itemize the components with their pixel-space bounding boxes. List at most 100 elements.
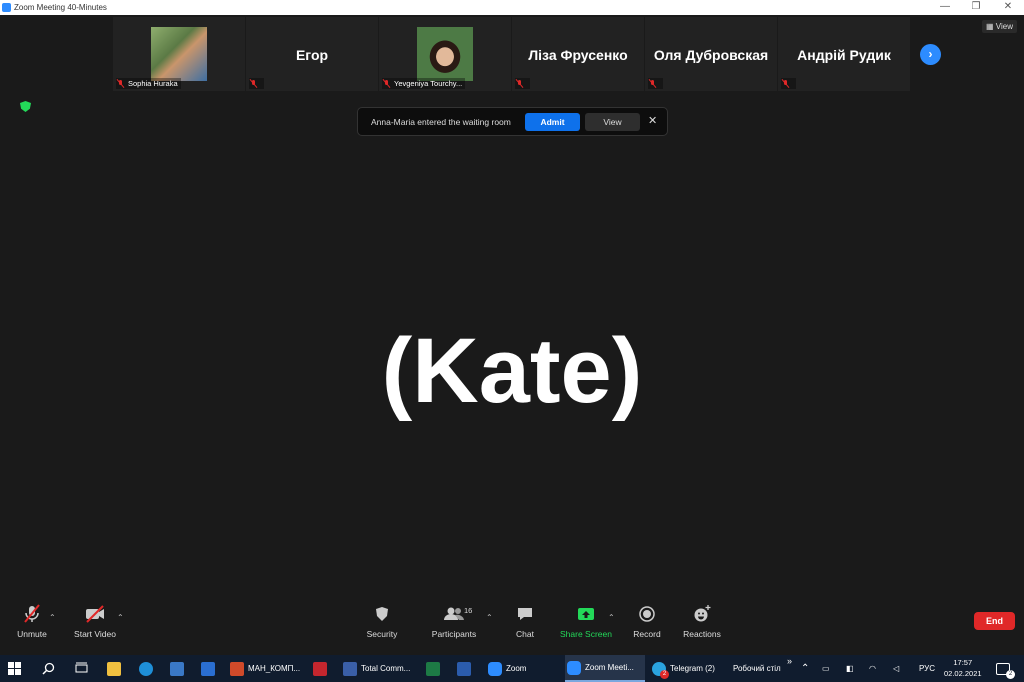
- input-language[interactable]: РУС: [919, 655, 935, 682]
- volume-icon[interactable]: ◁: [893, 655, 899, 682]
- chat-button[interactable]: Chat: [512, 603, 538, 639]
- reactions-smiley-icon: [693, 603, 711, 625]
- mic-muted-icon: [249, 79, 258, 88]
- participant-name: Егор: [295, 47, 329, 63]
- taskbar-app-powerpoint[interactable]: МАН_КОМП...: [228, 655, 304, 682]
- encryption-shield-icon[interactable]: [20, 101, 31, 112]
- zoom-icon: [488, 661, 502, 676]
- participant-tile-liza[interactable]: Ліза Фрусенко: [512, 17, 645, 91]
- chat-icon: [516, 603, 534, 625]
- zoom-icon: [567, 660, 581, 675]
- edge-browser-icon[interactable]: [139, 655, 157, 682]
- admit-button[interactable]: Admit: [525, 113, 580, 131]
- search-icon[interactable]: [42, 655, 55, 682]
- mic-muted-icon: [382, 79, 391, 88]
- tray-overflow-icon[interactable]: ⌃: [801, 655, 809, 682]
- taskbar-app-label: Total Comm...: [361, 664, 411, 673]
- share-screen-label: Share Screen: [560, 629, 612, 639]
- unmute-button[interactable]: Unmute: [14, 603, 50, 639]
- taskbar-app-label: Zoom: [506, 664, 527, 673]
- participant-name: Yevgeniya Tourchy...: [394, 79, 463, 88]
- taskbar-app-label: МАН_КОМП...: [248, 664, 301, 673]
- next-page-icon[interactable]: ›: [920, 44, 941, 65]
- end-meeting-button[interactable]: End: [974, 612, 1015, 630]
- participants-label: Participants: [431, 629, 477, 639]
- share-screen-icon: [577, 603, 595, 625]
- participant-tile-sophia[interactable]: Sophia Huraka: [113, 17, 246, 91]
- taskbar-app-label: Zoom Meeti...: [585, 663, 634, 672]
- excel-icon[interactable]: [426, 655, 444, 682]
- participant-tile-yevgeniya[interactable]: Yevgeniya Tourchy...: [379, 17, 512, 91]
- meeting-stage: Sophia Huraka Егор Yevgeniya Tourchy... …: [0, 15, 1024, 655]
- participant-name: Sophia Huraka: [128, 79, 178, 88]
- participant-photo: [417, 27, 473, 81]
- security-button[interactable]: Security: [364, 603, 400, 639]
- taskbar-app-zoom[interactable]: Zoom: [486, 655, 562, 682]
- minimize-button[interactable]: —: [930, 1, 960, 12]
- reactions-button[interactable]: Reactions: [681, 603, 723, 639]
- participants-icon: [444, 607, 464, 620]
- desktop-toolbar-label[interactable]: Робочий стіл: [733, 655, 781, 682]
- view-waiting-room-button[interactable]: View: [585, 113, 640, 131]
- close-window-button[interactable]: ✕: [993, 1, 1023, 12]
- record-label: Record: [633, 629, 661, 639]
- file-explorer-icon[interactable]: [107, 655, 125, 682]
- share-options-caret-icon[interactable]: ⌃: [608, 613, 615, 622]
- participants-count: 16: [464, 606, 473, 615]
- tray-app-icon[interactable]: ▭: [822, 655, 830, 682]
- total-commander-icon: [343, 661, 357, 676]
- mail-icon[interactable]: [201, 655, 219, 682]
- unmute-label: Unmute: [17, 629, 47, 639]
- telegram-icon: 2: [652, 661, 669, 679]
- restore-button[interactable]: ❐: [961, 1, 991, 12]
- reactions-label: Reactions: [683, 629, 721, 639]
- start-video-label: Start Video: [74, 629, 116, 639]
- toolbar-expand-icon[interactable]: »: [787, 648, 792, 675]
- action-center-icon[interactable]: 2: [996, 655, 1015, 682]
- share-screen-button[interactable]: Share Screen: [558, 603, 614, 639]
- notification-message: Anna-Maria entered the waiting room: [371, 117, 511, 127]
- participant-name: Оля Дубровская: [653, 47, 769, 63]
- downloader-icon[interactable]: [313, 655, 331, 682]
- view-label: View: [995, 22, 1013, 31]
- meeting-toolbar: Unmute ⌃ Start Video ⌃ Security 16 Parti…: [0, 603, 1024, 655]
- record-button[interactable]: Record: [630, 603, 664, 639]
- zoom-logo-icon: [2, 3, 11, 12]
- record-icon: [638, 603, 656, 625]
- clock[interactable]: 17:57 02.02.2021: [944, 657, 982, 679]
- telegram-badge: 2: [660, 669, 669, 679]
- task-view-icon[interactable]: [75, 655, 88, 682]
- mic-muted-icon: [23, 603, 41, 625]
- notification-count: 2: [1006, 669, 1015, 679]
- taskbar-app-zoom-meeting[interactable]: Zoom Meeti...: [565, 655, 645, 682]
- security-label: Security: [366, 629, 398, 639]
- participant-name: Андрій Рудик: [797, 47, 891, 63]
- video-off-icon: [85, 603, 105, 625]
- participants-button[interactable]: 16 Participants: [428, 603, 480, 639]
- participant-tile-egor[interactable]: Егор: [246, 17, 379, 91]
- chat-label: Chat: [516, 629, 534, 639]
- view-layout-button[interactable]: ▦ View: [982, 20, 1017, 33]
- participant-tile-andriy[interactable]: Андрій Рудик: [778, 17, 911, 91]
- participant-tile-olya[interactable]: Оля Дубровская: [645, 17, 778, 91]
- start-video-button[interactable]: Start Video: [72, 603, 118, 639]
- window-title: Zoom Meeting 40-Minutes: [14, 3, 107, 12]
- waiting-room-notification: Anna-Maria entered the waiting room Admi…: [357, 107, 668, 136]
- active-speaker-name: (Kate): [381, 320, 643, 422]
- word-icon[interactable]: [457, 655, 475, 682]
- mic-muted-icon: [116, 79, 125, 88]
- start-windows-icon[interactable]: [8, 655, 21, 682]
- clock-time: 17:57: [953, 658, 973, 667]
- participants-caret-icon[interactable]: ⌃: [486, 613, 493, 622]
- close-notification-icon[interactable]: ✕: [648, 114, 657, 127]
- bluetooth-icon[interactable]: ◧: [846, 655, 854, 682]
- audio-options-caret-icon[interactable]: ⌃: [49, 613, 56, 622]
- taskbar-app-telegram[interactable]: 2 Telegram (2): [650, 655, 724, 682]
- store-icon[interactable]: [170, 655, 188, 682]
- video-options-caret-icon[interactable]: ⌃: [117, 613, 124, 622]
- taskbar-app-totalcommander[interactable]: Total Comm...: [341, 655, 419, 682]
- window-title-bar: Zoom Meeting 40-Minutes — ❐ ✕: [0, 0, 1024, 15]
- participant-photo: [151, 27, 207, 81]
- wifi-icon[interactable]: ◠: [869, 655, 876, 682]
- mic-muted-icon: [515, 79, 524, 88]
